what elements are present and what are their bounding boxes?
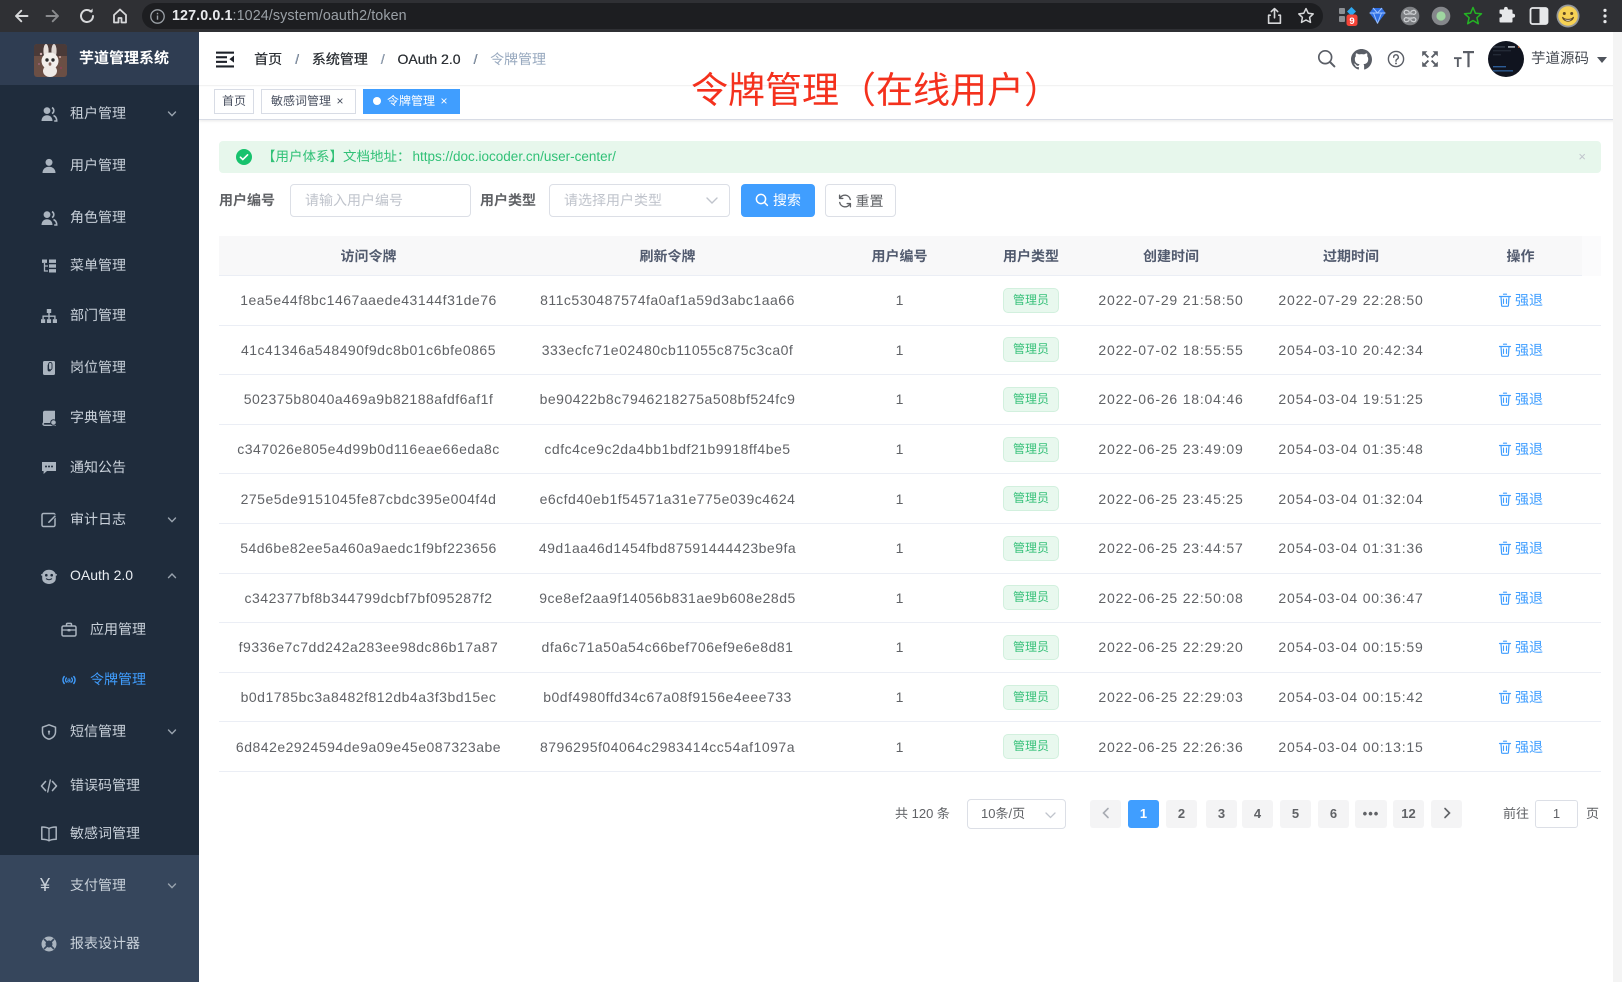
svg-text:a: a <box>67 677 71 684</box>
svg-text:9: 9 <box>1349 16 1354 26</box>
